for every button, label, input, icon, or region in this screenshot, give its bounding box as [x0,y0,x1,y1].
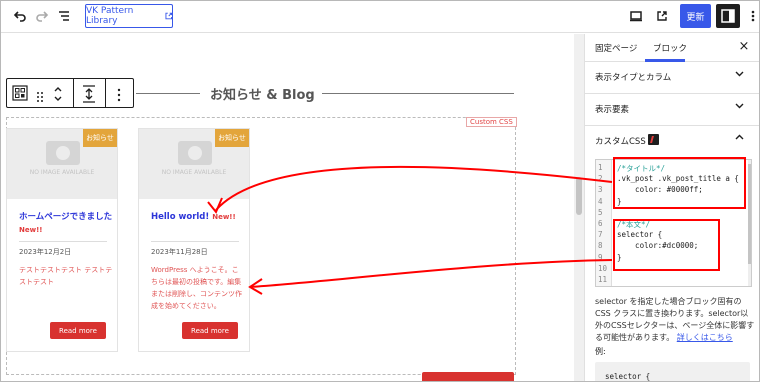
card-divider [19,241,107,242]
toolbar-separator [73,79,74,107]
example-label: 例: [595,347,606,356]
chevron-down-icon [735,69,744,81]
line-number: 9 [598,252,603,262]
block-type-icon[interactable] [12,85,28,105]
undo-icon[interactable] [8,4,32,28]
no-image-text: NO IMAGE AVAILABLE [29,169,95,176]
tab-block[interactable]: ブロック [653,42,687,54]
code-line[interactable]: /*本文*/ [617,219,650,230]
camera-icon [178,141,212,165]
external-link-icon [164,12,172,20]
panel-display-type[interactable]: 表示タイプとカラム [585,62,760,94]
line-number: 3 [598,185,603,195]
list-view-icon[interactable] [52,4,76,28]
chevron-up-icon [735,133,744,145]
line-number: 11 [598,275,608,284]
height-adjust-icon[interactable] [81,84,97,108]
line-number: 2 [598,174,603,184]
options-menu-icon[interactable] [741,4,760,28]
post-title-text[interactable]: Hello world! [151,212,209,222]
line-number: 8 [598,241,603,251]
example-code: selector { [605,372,651,381]
redo-icon[interactable] [30,4,54,28]
read-more-button[interactable]: Read more [182,322,238,339]
line-number: 7 [598,230,603,240]
post-title[interactable]: ホームページできました New!! [19,211,115,237]
tab-page[interactable]: 固定ページ [595,42,637,54]
post-card[interactable]: NO IMAGE AVAILABLE お知らせ ホームページできました New!… [6,128,118,352]
block-toolbar [6,78,134,108]
panel-label: 表示要素 [595,105,630,115]
drag-handle-icon[interactable] [36,88,44,107]
css-code-editor[interactable]: 1 /*タイトル*/ 2 .vk_post .vk_post_title a { 3 c… [595,159,752,287]
panel-label: 表示タイプとカラム [595,73,672,83]
line-number: 1 [598,163,603,172]
code-line[interactable]: .vk_post .vk_post_title a { [617,174,739,183]
section-heading: お知らせ & Blog [210,88,315,103]
editor-toolbar: VK Pattern Library 更新 [0,0,760,33]
post-title[interactable]: Hello world! New!! [151,211,247,224]
panel-label: カスタムCSS [595,137,646,147]
more-button[interactable] [422,372,514,382]
editor-scrollbar-thumb[interactable] [748,164,751,264]
settings-sidebar: 固定ページ ブロック × 表示タイプとカラム 表示要素 カスタムCSS 1 /*タ… [584,34,760,382]
post-excerpt: WordPress へようこそ。こちらは最初の投稿です。編集または削除し、コンテ… [151,266,242,310]
code-line[interactable]: color: #0000ff; [617,185,703,194]
block-options-icon[interactable] [117,87,121,106]
help-link[interactable]: 詳しくはこちら [677,333,733,342]
post-date: 2023年11月28日 [151,248,208,256]
post-card[interactable]: NO IMAGE AVAILABLE お知らせ Hello world! New… [138,128,250,352]
category-badge: お知らせ [215,129,249,147]
read-more-button[interactable]: Read more [50,322,106,339]
canvas-scrollbar-thumb[interactable] [576,177,582,215]
chevron-down-icon [735,101,744,113]
preview-desktop-icon[interactable] [624,4,648,28]
toolbar-separator [105,79,106,107]
code-line[interactable]: selector { [617,230,662,239]
panel-custom-css[interactable]: カスタムCSS [585,126,760,158]
help-text: selector を指定した場合ブロック固有の CSS クラスに置き換わります。… [595,296,755,344]
post-excerpt: テストテストテスト テストテストテスト [19,266,113,286]
pattern-library-label: VK Pattern Library [86,6,134,26]
new-label: New!! [212,213,236,221]
code-line[interactable]: } [617,197,622,206]
code-line[interactable]: color:#dc0000; [617,241,698,250]
new-label: New!! [19,226,43,234]
pattern-library-button[interactable]: VK Pattern Library [85,4,173,28]
heading-divider-left [136,93,200,94]
close-icon[interactable]: × [735,38,753,56]
line-number: 6 [598,219,603,228]
code-line[interactable]: /*タイトル*/ [617,163,665,174]
line-number: 10 [598,263,608,273]
category-badge: お知らせ [83,129,117,147]
heading-divider-right [322,93,514,94]
settings-sidebar-toggle-icon[interactable] [716,4,740,28]
view-post-icon[interactable] [650,4,674,28]
code-line[interactable]: } [617,253,622,262]
card-divider [151,241,239,242]
post-date: 2023年12月2日 [19,248,72,256]
sidebar-tabs: 固定ページ ブロック × [585,34,760,62]
line-number: 5 [598,207,603,217]
line-number: 4 [598,196,603,206]
camera-icon [46,141,80,165]
panel-display-elements[interactable]: 表示要素 [585,94,760,126]
update-button[interactable]: 更新 [680,4,711,28]
move-up-down-icon[interactable] [53,84,63,108]
post-title-text[interactable]: ホームページできました [19,212,112,222]
vk-css-icon [648,134,659,145]
no-image-text: NO IMAGE AVAILABLE [161,169,227,176]
custom-css-tag: Custom CSS [466,117,517,127]
